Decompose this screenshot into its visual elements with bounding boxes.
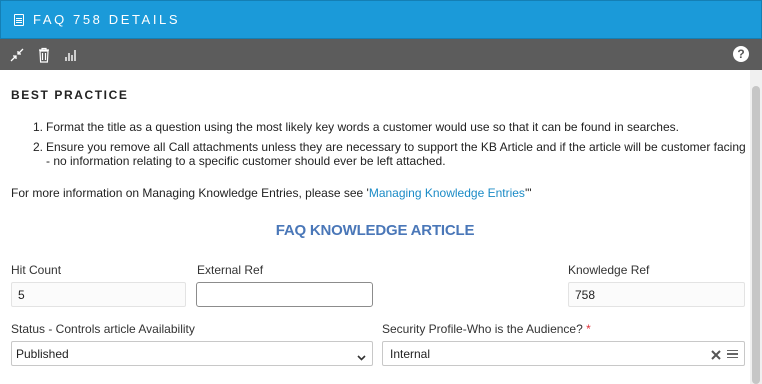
knowledge-ref-label: Knowledge Ref: [568, 263, 650, 277]
trash-icon[interactable]: [35, 46, 53, 64]
list-item-number: 2.: [33, 140, 44, 154]
clear-icon[interactable]: [711, 347, 721, 363]
status-value: Published: [16, 346, 69, 361]
list-item-text: Ensure you remove all Call attachments u…: [46, 140, 746, 168]
more-info-text: For more information on Managing Knowled…: [11, 186, 532, 200]
hit-count-field: 5: [11, 282, 186, 307]
more-info-suffix: '": [524, 186, 532, 200]
list-item-number: 1.: [33, 120, 44, 134]
status-label: Status - Controls article Availability: [11, 322, 195, 336]
security-profile-value: Internal: [390, 346, 431, 361]
collapse-icon[interactable]: [8, 46, 26, 64]
stats-icon[interactable]: [62, 46, 80, 64]
section-title: FAQ KNOWLEDGE ARTICLE: [275, 222, 475, 239]
security-profile-label: Security Profile-Who is the Audience? *: [382, 322, 591, 336]
toolbar: ?: [0, 39, 762, 70]
window-titlebar: FAQ 758 DETAILS: [0, 0, 762, 39]
external-ref-field[interactable]: [196, 282, 373, 307]
required-marker: *: [586, 322, 591, 336]
security-profile-label-text: Security Profile-Who is the Audience?: [382, 322, 583, 336]
status-select[interactable]: Published: [11, 341, 373, 366]
external-ref-label: External Ref: [197, 263, 264, 277]
best-practice-heading: BEST PRACTICE: [11, 88, 129, 102]
list-item-text: Format the title as a question using the…: [46, 120, 679, 134]
knowledge-ref-field: 758: [568, 282, 745, 307]
scrollbar-thumb[interactable]: [752, 86, 760, 384]
more-info-prefix: For more information on Managing Knowled…: [11, 186, 369, 200]
document-icon: [14, 13, 24, 26]
details-content: BEST PRACTICE 1. Format the title as a q…: [0, 70, 750, 384]
list-item: 2. Ensure you remove all Call attachment…: [33, 140, 748, 168]
best-practice-list: 1. Format the title as a question using …: [33, 120, 748, 174]
list-item: 1. Format the title as a question using …: [33, 120, 748, 134]
window-title: FAQ 758 DETAILS: [33, 12, 181, 27]
managing-knowledge-entries-link[interactable]: Managing Knowledge Entries: [369, 186, 525, 200]
menu-icon[interactable]: [727, 350, 738, 358]
help-icon[interactable]: ?: [733, 46, 749, 62]
hit-count-label: Hit Count: [11, 263, 62, 277]
security-profile-select[interactable]: Internal: [382, 341, 745, 366]
chevron-down-icon: [357, 350, 366, 364]
